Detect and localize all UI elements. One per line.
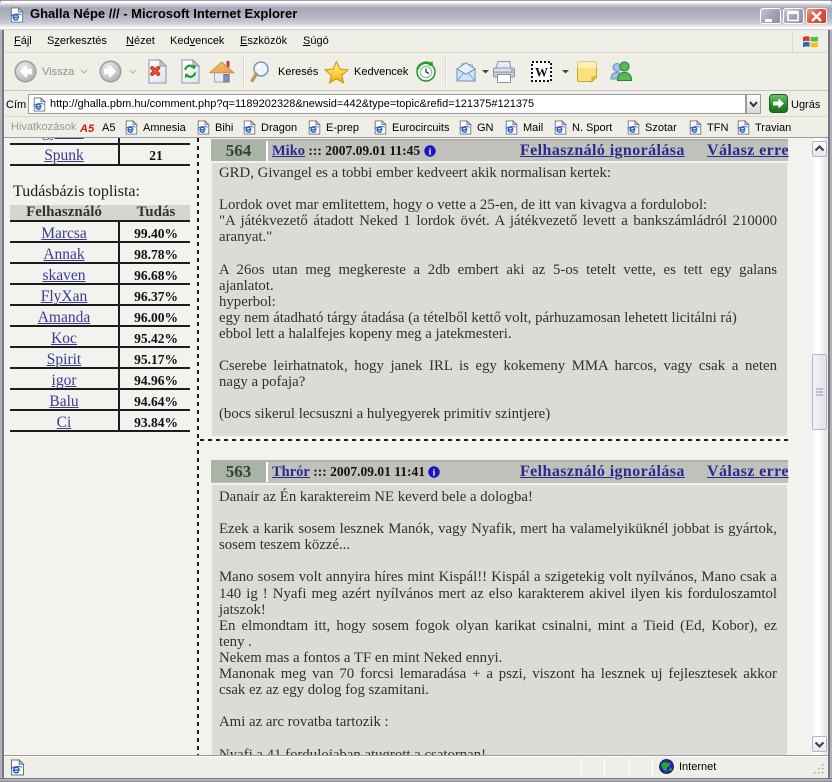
svg-text:i: i	[433, 468, 436, 478]
svg-text:A5: A5	[80, 123, 95, 134]
svg-text:W: W	[535, 65, 548, 80]
svg-text:i: i	[428, 147, 431, 157]
